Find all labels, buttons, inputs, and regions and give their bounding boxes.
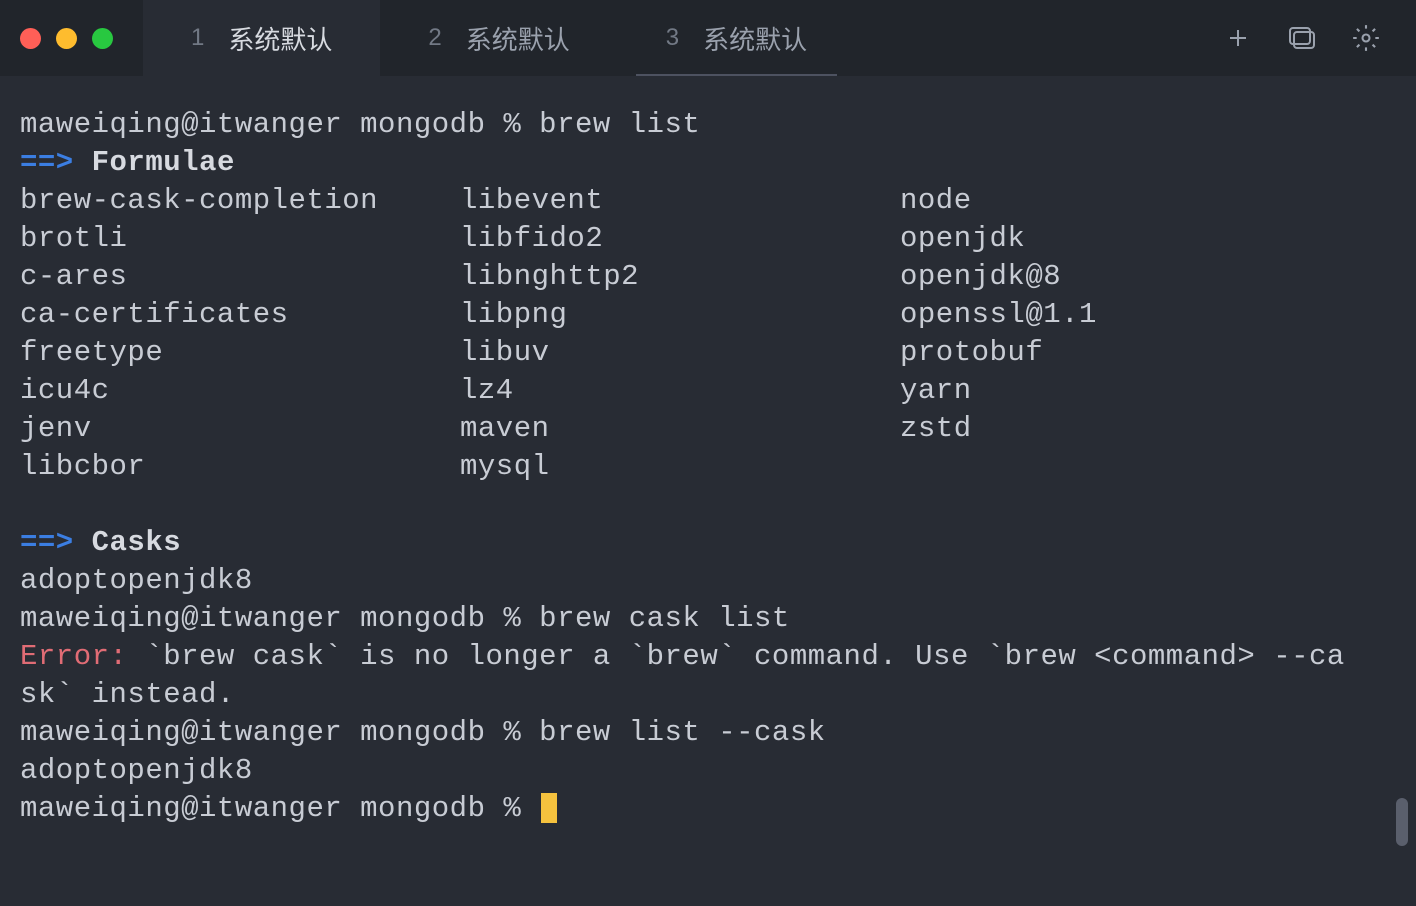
tab-number: 3 (666, 24, 679, 52)
casks-heading: Casks (92, 526, 182, 559)
error-message: sk` instead. (20, 678, 235, 711)
cursor (541, 793, 557, 823)
prompt-line: maweiqing@itwanger mongodb % (20, 792, 539, 825)
formula-item: lz4 (460, 374, 514, 407)
formula-item: protobuf (900, 336, 1043, 369)
formula-item: jenv (20, 412, 92, 445)
formula-item: libpng (460, 298, 567, 331)
formula-item: openjdk (900, 222, 1025, 255)
formula-item: zstd (900, 412, 972, 445)
tab-number: 1 (191, 24, 204, 52)
formula-item: libnghttp2 (460, 260, 639, 293)
formula-item: openssl@1.1 (900, 298, 1097, 331)
section-arrow: ==> (20, 526, 92, 559)
section-arrow: ==> (20, 146, 92, 179)
add-tab-button[interactable] (1224, 24, 1252, 52)
tabs: 1 系统默认 2 系统默认 3 系统默认 (143, 0, 1224, 76)
scrollbar-thumb[interactable] (1396, 798, 1408, 846)
titlebar: 1 系统默认 2 系统默认 3 系统默认 (0, 0, 1416, 76)
error-label: Error: (20, 640, 127, 673)
panels-button[interactable] (1288, 24, 1316, 52)
formula-item: freetype (20, 336, 163, 369)
formula-item: mysql (460, 450, 550, 483)
minimize-window-button[interactable] (56, 28, 77, 49)
formulae-heading: Formulae (92, 146, 235, 179)
cask-item: adoptopenjdk8 (20, 564, 253, 597)
settings-button[interactable] (1352, 24, 1380, 52)
formula-item: libuv (460, 336, 550, 369)
tab-3[interactable]: 3 系统默认 (618, 0, 855, 76)
traffic-lights (20, 28, 113, 49)
terminal-content[interactable]: maweiqing@itwanger mongodb % brew list =… (0, 76, 1416, 906)
formula-item: openjdk@8 (900, 260, 1061, 293)
formula-item: brew-cask-completion (20, 184, 378, 217)
formula-item: icu4c (20, 374, 110, 407)
tab-2[interactable]: 2 系统默认 (380, 0, 617, 76)
formula-item: libevent (460, 184, 603, 217)
formula-item: maven (460, 412, 550, 445)
prompt-line: maweiqing@itwanger mongodb % brew cask l… (20, 602, 790, 635)
maximize-window-button[interactable] (92, 28, 113, 49)
tab-label: 系统默认 (466, 20, 570, 57)
titlebar-actions (1224, 24, 1416, 52)
formula-item: node (900, 184, 972, 217)
tab-label: 系统默认 (228, 20, 332, 57)
formula-item: ca-certificates (20, 298, 289, 331)
formula-item: yarn (900, 374, 972, 407)
tab-label: 系统默认 (703, 20, 807, 57)
close-window-button[interactable] (20, 28, 41, 49)
cask-result: adoptopenjdk8 (20, 754, 253, 787)
formula-item: libfido2 (460, 222, 603, 255)
formula-item: c-ares (20, 260, 127, 293)
error-message: `brew cask` is no longer a `brew` comman… (127, 640, 1344, 673)
tab-1[interactable]: 1 系统默认 (143, 0, 380, 76)
tab-number: 2 (428, 24, 441, 52)
prompt-line: maweiqing@itwanger mongodb % brew list -… (20, 716, 826, 749)
formula-item: libcbor (20, 450, 145, 483)
formula-item: brotli (20, 222, 127, 255)
prompt-line: maweiqing@itwanger mongodb % brew list (20, 108, 700, 141)
